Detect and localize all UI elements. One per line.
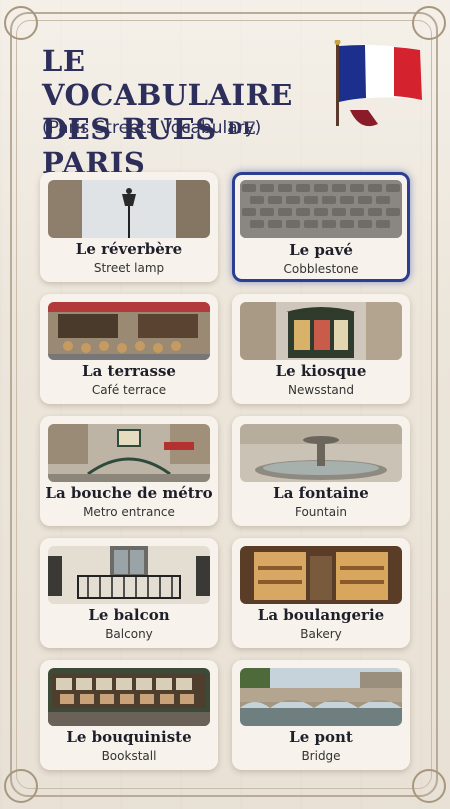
card-bookstall[interactable]: Le bouquiniste Bookstall xyxy=(40,660,218,770)
card-french-label: La boulangerie xyxy=(257,606,385,624)
bookstall-photo xyxy=(48,668,210,726)
card-street-lamp[interactable]: Le réverbère Street lamp xyxy=(40,172,218,282)
card-cafe-terrace[interactable]: La terrasse Café terrace xyxy=(40,294,218,404)
metro-entrance-photo xyxy=(48,424,210,482)
french-flag-icon xyxy=(334,40,422,127)
cafe-terrace-photo xyxy=(48,302,210,360)
card-english-label: Bridge xyxy=(301,749,341,763)
card-french-label: Le pavé xyxy=(289,241,353,259)
card-french-label: Le balcon xyxy=(88,606,170,624)
card-cobblestone[interactable]: Le pavé Cobblestone xyxy=(232,172,410,282)
card-balcony[interactable]: Le balcon Balcony xyxy=(40,538,218,648)
card-metro-entrance[interactable]: La bouche de métro Metro entrance xyxy=(40,416,218,526)
fountain-photo xyxy=(240,424,402,482)
card-bakery[interactable]: La boulangerie Bakery xyxy=(232,538,410,648)
balcony-photo xyxy=(48,546,210,604)
newsstand-photo xyxy=(240,302,402,360)
page-subtitle: (Paris Streets Vocabulary) xyxy=(42,118,262,138)
bridge-photo xyxy=(240,668,402,726)
card-english-label: Cobblestone xyxy=(283,262,359,276)
card-english-label: Street lamp xyxy=(93,261,165,275)
card-english-label: Bakery xyxy=(300,627,342,641)
card-french-label: Le pont xyxy=(289,728,353,746)
card-fountain[interactable]: La fontaine Fountain xyxy=(232,416,410,526)
card-french-label: La fontaine xyxy=(273,484,369,502)
corner-ornament xyxy=(412,6,446,40)
bakery-photo xyxy=(240,546,402,604)
card-english-label: Balcony xyxy=(105,627,153,641)
title-line-1: LE VOCABULAIRE xyxy=(42,44,293,112)
street-lamp-photo xyxy=(48,180,210,238)
card-french-label: Le réverbère xyxy=(75,240,183,258)
card-french-label: Le bouquiniste xyxy=(66,728,192,746)
card-bridge[interactable]: Le pont Bridge xyxy=(232,660,410,770)
card-newsstand[interactable]: Le kiosque Newsstand xyxy=(232,294,410,404)
card-french-label: La terrasse xyxy=(82,362,176,380)
card-english-label: Fountain xyxy=(294,505,348,519)
card-english-label: Café terrace xyxy=(91,383,167,397)
card-english-label: Newsstand xyxy=(288,383,354,397)
card-french-label: Le kiosque xyxy=(275,362,367,380)
card-french-label: La bouche de métro xyxy=(45,484,213,502)
corner-ornament xyxy=(4,769,38,803)
cobblestone-photo xyxy=(240,180,402,238)
corner-ornament xyxy=(412,769,446,803)
card-english-label: Metro entrance xyxy=(83,505,175,519)
corner-ornament xyxy=(4,6,38,40)
card-english-label: Bookstall xyxy=(101,749,157,763)
page-title: LE VOCABULAIRE DES RUES DE PARIS xyxy=(42,44,342,180)
